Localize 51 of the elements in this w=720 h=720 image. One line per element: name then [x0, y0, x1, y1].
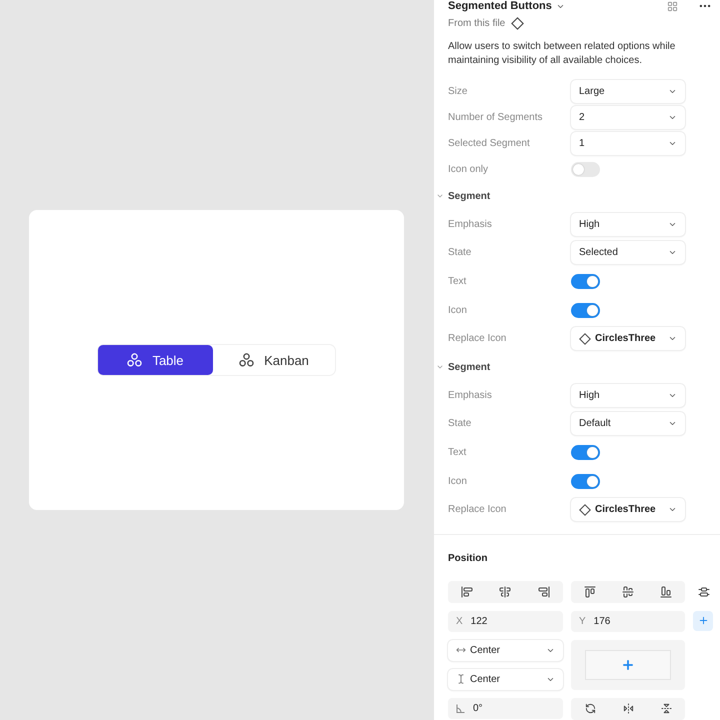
select-dropdown[interactable]: 1 — [571, 132, 685, 155]
property-label: Emphasis — [448, 218, 493, 230]
toggle-switch[interactable] — [571, 302, 600, 318]
select-dropdown[interactable]: High — [571, 212, 685, 236]
segment-button[interactable]: Table — [98, 345, 213, 375]
component-title: Segmented Buttons — [448, 0, 552, 12]
toggle-switch[interactable] — [571, 445, 600, 460]
property-label: Emphasis — [448, 390, 493, 401]
property-label: Replace Icon — [448, 504, 508, 516]
grid-icon[interactable] — [667, 0, 678, 12]
select-dropdown[interactable]: 2 — [571, 106, 685, 129]
horizontal-constraint-select[interactable]: Center — [448, 640, 563, 661]
select-dropdown[interactable]: CirclesThree — [571, 327, 685, 350]
x-field[interactable]: X 122 — [448, 610, 563, 632]
segment-button[interactable]: Kanban — [213, 345, 335, 375]
circles-three-icon — [127, 353, 142, 367]
circles-three-icon — [239, 353, 254, 367]
rotation-field[interactable]: 0° — [448, 698, 563, 719]
property-label: Icon — [448, 304, 468, 316]
property-label: Size — [448, 86, 468, 97]
add-icon[interactable] — [693, 610, 713, 631]
toggle-switch[interactable] — [571, 162, 600, 177]
property-label: Replace Icon — [448, 333, 508, 344]
property-label: Text — [448, 447, 468, 458]
diamond-icon — [579, 504, 591, 516]
property-label: Icon only — [448, 164, 490, 175]
select-dropdown[interactable]: Default — [571, 412, 685, 436]
select-dropdown[interactable]: CirclesThree — [571, 498, 685, 522]
toggle-switch[interactable] — [571, 274, 600, 290]
diamond-icon — [579, 332, 591, 345]
vertical-constraint-select[interactable]: Center — [448, 668, 563, 690]
select-dropdown[interactable]: Large — [571, 80, 685, 103]
y-field[interactable]: Y 176 — [571, 610, 685, 632]
select-dropdown[interactable]: High — [571, 384, 685, 407]
section-title: Position — [448, 552, 488, 566]
diamond-icon — [511, 16, 524, 30]
property-label: State — [448, 247, 472, 258]
property-label: Icon — [448, 476, 468, 487]
angle-icon — [456, 704, 465, 713]
property-label: Number of Segments — [448, 112, 544, 123]
property-label: Selected Segment — [448, 138, 531, 149]
height-icon — [456, 674, 466, 684]
plus-icon — [621, 658, 635, 672]
source-label: From this file — [448, 18, 506, 29]
property-label: State — [448, 418, 472, 430]
select-dropdown[interactable]: Selected — [571, 241, 685, 264]
property-label: Text — [448, 276, 468, 288]
section-header[interactable]: Segment — [434, 182, 490, 210]
component-description: Allow users to switch between related options while maintaining visibility of all available choices. — [448, 40, 676, 68]
toggle-switch[interactable] — [571, 474, 600, 489]
section-header[interactable]: Segment — [434, 353, 490, 382]
